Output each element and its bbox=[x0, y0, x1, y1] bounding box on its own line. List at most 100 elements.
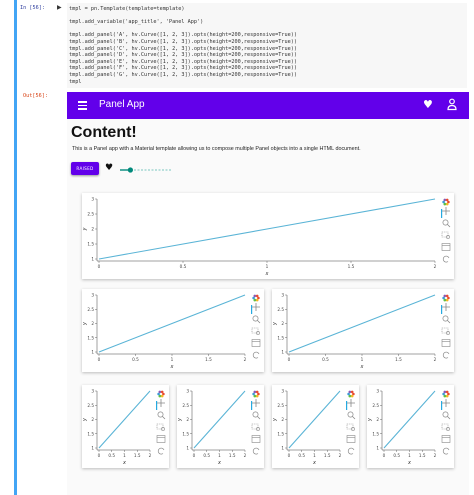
cell-mode-icon[interactable]: ▶ bbox=[57, 4, 62, 11]
x-tick-label: 1.5 bbox=[205, 357, 212, 362]
line-chart[interactable]: 0 0.5 1 1.5 2 1 1.5 2 2.5 3 x y bbox=[82, 289, 264, 372]
reset-icon[interactable] bbox=[347, 447, 355, 455]
save-icon[interactable] bbox=[441, 435, 451, 443]
box-zoom-icon[interactable] bbox=[251, 423, 260, 431]
x-tick-label: 0 bbox=[288, 357, 291, 362]
reset-icon[interactable] bbox=[442, 447, 450, 455]
save-icon[interactable] bbox=[251, 339, 261, 347]
reset-icon[interactable] bbox=[442, 255, 450, 263]
x-tick-label: 1 bbox=[123, 453, 126, 458]
bokeh-logo-icon[interactable] bbox=[252, 294, 260, 302]
wheel-zoom-icon[interactable] bbox=[442, 219, 451, 228]
bokeh-logo-icon[interactable] bbox=[442, 198, 450, 206]
y-tick-label: 2.5 bbox=[182, 403, 189, 408]
pan-tool-icon[interactable] bbox=[157, 399, 165, 407]
y-tick-label: 1 bbox=[91, 257, 94, 262]
bokeh-logo-icon[interactable] bbox=[157, 390, 165, 398]
y-tick-label: 1 bbox=[91, 446, 94, 451]
wheel-zoom-icon[interactable] bbox=[252, 411, 261, 420]
reset-icon[interactable] bbox=[157, 447, 165, 455]
line-chart[interactable]: 0 0.5 1 1.5 2 1 1.5 2 2.5 3 x y bbox=[177, 385, 264, 468]
code-cell[interactable]: tmpl = pn.Template(template=template) tmp… bbox=[67, 3, 467, 88]
x-tick-label: 1.5 bbox=[324, 453, 331, 458]
bokeh-logo-icon[interactable] bbox=[442, 390, 450, 398]
pan-tool-icon[interactable] bbox=[442, 399, 450, 407]
app-title: Panel App bbox=[99, 99, 145, 110]
line-chart[interactable]: 0 0.5 1 1.5 2 1 1.5 2 2.5 3 x y bbox=[82, 193, 454, 279]
box-zoom-icon[interactable] bbox=[441, 231, 450, 239]
y-tick-label: 2 bbox=[91, 417, 94, 422]
line-chart[interactable]: 0 0.5 1 1.5 2 1 1.5 2 2.5 3 x y bbox=[272, 385, 359, 468]
y-tick-label: 2 bbox=[281, 321, 284, 326]
box-zoom-icon[interactable] bbox=[441, 423, 450, 431]
line-chart[interactable]: 0 0.5 1 1.5 2 1 1.5 2 2.5 3 x y bbox=[367, 385, 454, 468]
x-tick-label: 1 bbox=[313, 453, 316, 458]
wheel-zoom-icon[interactable] bbox=[442, 411, 451, 420]
save-icon[interactable] bbox=[251, 435, 261, 443]
wheel-zoom-icon[interactable] bbox=[252, 315, 261, 324]
account-icon[interactable] bbox=[447, 98, 457, 111]
y-tick-label: 2.5 bbox=[87, 212, 94, 217]
save-icon[interactable] bbox=[346, 435, 356, 443]
y-tick-label: 2.5 bbox=[87, 307, 94, 312]
wheel-zoom-icon[interactable] bbox=[347, 411, 356, 420]
pan-tool-icon[interactable] bbox=[442, 303, 450, 311]
y-axis-label: y bbox=[367, 417, 373, 422]
heart-toggle-icon[interactable]: ♥ bbox=[105, 163, 113, 173]
x-tick-label: 0 bbox=[98, 264, 101, 269]
active-tool-indicator bbox=[441, 209, 443, 218]
plot-panel: 0 0.5 1 1.5 2 1 1.5 2 2.5 3 x y bbox=[177, 385, 264, 468]
save-icon[interactable] bbox=[441, 339, 451, 347]
y-tick-label: 3 bbox=[91, 293, 94, 298]
x-tick-label: 0.5 bbox=[393, 453, 400, 458]
x-tick-label: 0.5 bbox=[298, 453, 305, 458]
x-axis-label: x bbox=[360, 364, 364, 370]
x-tick-label: 1 bbox=[408, 453, 411, 458]
x-tick-label: 0.5 bbox=[180, 264, 187, 269]
series-line bbox=[288, 390, 341, 449]
y-tick-label: 3 bbox=[91, 389, 94, 394]
y-axis-label: y bbox=[272, 321, 278, 326]
y-tick-label: 3 bbox=[281, 293, 284, 298]
save-icon[interactable] bbox=[156, 435, 166, 443]
plot-panel: 0 0.5 1 1.5 2 1 1.5 2 2.5 3 x y bbox=[272, 385, 359, 468]
pan-tool-icon[interactable] bbox=[252, 303, 260, 311]
raised-button[interactable]: RAISED bbox=[71, 162, 99, 175]
pan-tool-icon[interactable] bbox=[442, 207, 450, 215]
plot-panel: 0 0.5 1 1.5 2 1 1.5 2 2.5 3 x y bbox=[82, 193, 454, 279]
reset-icon[interactable] bbox=[252, 351, 260, 359]
wheel-zoom-icon[interactable] bbox=[157, 411, 166, 420]
box-zoom-icon[interactable] bbox=[251, 327, 260, 335]
code-line: tmpl.add_panel('E', hv.Curve([1, 2, 3]).… bbox=[69, 58, 297, 65]
x-tick-label: 2 bbox=[244, 357, 247, 362]
y-tick-label: 2 bbox=[91, 321, 94, 326]
code-line: tmpl.add_panel('C', hv.Curve([1, 2, 3]).… bbox=[69, 45, 297, 52]
save-icon[interactable] bbox=[441, 243, 451, 251]
active-tool-indicator bbox=[346, 401, 348, 410]
wheel-zoom-icon[interactable] bbox=[442, 315, 451, 324]
box-zoom-icon[interactable] bbox=[346, 423, 355, 431]
x-axis-label: x bbox=[170, 364, 174, 370]
y-axis-label: y bbox=[272, 417, 278, 422]
box-zoom-icon[interactable] bbox=[441, 327, 450, 335]
pan-tool-icon[interactable] bbox=[252, 399, 260, 407]
reset-icon[interactable] bbox=[252, 447, 260, 455]
x-tick-label: 1 bbox=[218, 453, 221, 458]
series-line bbox=[193, 390, 246, 449]
slider-handle[interactable] bbox=[127, 167, 133, 173]
bokeh-logo-icon[interactable] bbox=[252, 390, 260, 398]
slider[interactable] bbox=[120, 166, 172, 174]
reset-icon[interactable] bbox=[442, 351, 450, 359]
menu-icon[interactable] bbox=[78, 101, 87, 112]
bokeh-logo-icon[interactable] bbox=[442, 294, 450, 302]
line-chart[interactable]: 0 0.5 1 1.5 2 1 1.5 2 2.5 3 x y bbox=[272, 289, 454, 372]
x-axis-label: x bbox=[407, 460, 411, 466]
y-tick-label: 2 bbox=[376, 417, 379, 422]
bokeh-logo-icon[interactable] bbox=[347, 390, 355, 398]
x-tick-label: 2 bbox=[434, 264, 437, 269]
favorite-icon[interactable]: ♥ bbox=[423, 98, 433, 111]
plot-panel: 0 0.5 1 1.5 2 1 1.5 2 2.5 3 x y bbox=[82, 289, 264, 372]
line-chart[interactable]: 0 0.5 1 1.5 2 1 1.5 2 2.5 3 x y bbox=[82, 385, 169, 468]
box-zoom-icon[interactable] bbox=[156, 423, 165, 431]
pan-tool-icon[interactable] bbox=[347, 399, 355, 407]
